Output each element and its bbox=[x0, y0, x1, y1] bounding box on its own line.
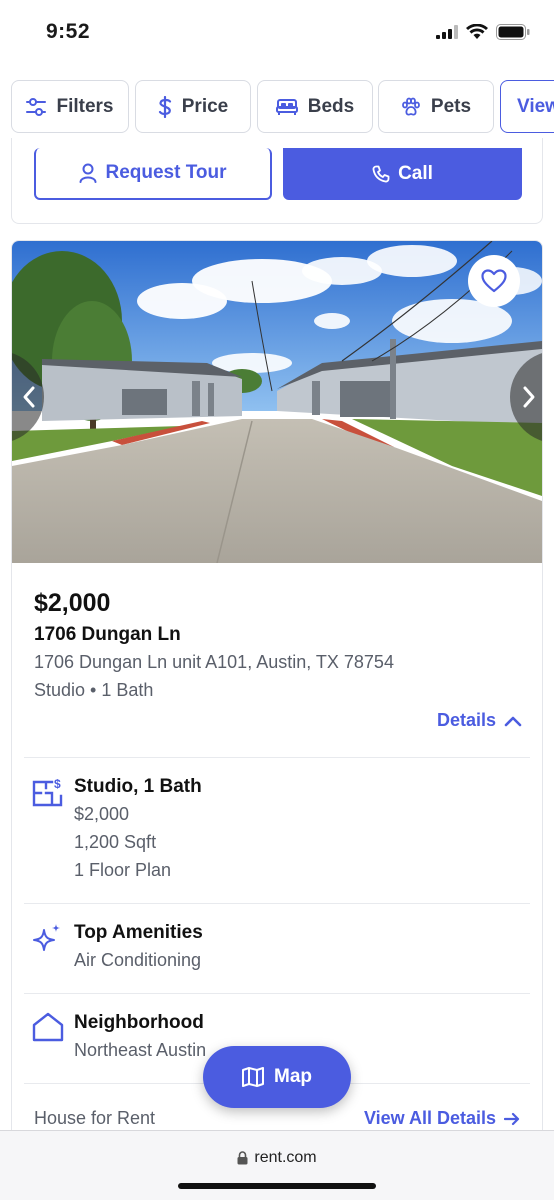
view-all-details-link[interactable]: View All Details bbox=[364, 1108, 520, 1129]
listing-photo[interactable] bbox=[12, 241, 542, 563]
lock-icon bbox=[237, 1151, 248, 1165]
person-icon bbox=[79, 163, 97, 183]
amenity-item: Air Conditioning bbox=[74, 950, 202, 970]
floorplan-count: 1 Floor Plan bbox=[74, 860, 172, 880]
sparkle-icon bbox=[33, 924, 60, 951]
paw-icon bbox=[402, 97, 420, 116]
view-chip-label: View bbox=[517, 95, 554, 117]
signal-icon bbox=[436, 25, 458, 39]
previous-listing-card: Request Tour Call bbox=[11, 138, 543, 224]
status-icons bbox=[436, 24, 530, 40]
beds-chip-label: Beds bbox=[307, 95, 355, 117]
details-label: Details bbox=[436, 710, 496, 730]
battery-icon bbox=[496, 24, 530, 40]
house-icon bbox=[32, 1012, 64, 1042]
chevron-up-icon bbox=[504, 716, 522, 726]
details-toggle[interactable]: Details bbox=[437, 710, 522, 731]
home-indicator[interactable] bbox=[178, 1183, 376, 1189]
pets-chip-label: Pets bbox=[430, 95, 472, 117]
status-time: 9:52 bbox=[46, 20, 91, 43]
beds-chip[interactable]: Beds bbox=[257, 80, 373, 133]
heart-icon bbox=[481, 269, 507, 293]
svg-text:$: $ bbox=[54, 777, 61, 791]
filter-bar: Filters Price Beds Pets View bbox=[0, 80, 554, 134]
url-display[interactable]: rent.com bbox=[0, 1149, 554, 1167]
chevron-right-icon bbox=[523, 386, 535, 408]
floorplan-sqft: 1,200 Sqft bbox=[74, 832, 157, 852]
neighborhood-heading: Neighborhood bbox=[74, 1012, 204, 1033]
filters-chip-label: Filters bbox=[56, 95, 114, 117]
property-type: House for Rent bbox=[34, 1108, 156, 1128]
map-button-label: Map bbox=[274, 1066, 312, 1087]
pets-chip[interactable]: Pets bbox=[378, 80, 494, 133]
neighborhood-name: Northeast Austin bbox=[74, 1040, 207, 1060]
amenities-heading: Top Amenities bbox=[74, 922, 203, 943]
request-tour-label: Request Tour bbox=[105, 162, 227, 183]
sliders-icon bbox=[26, 97, 47, 116]
url-text: rent.com bbox=[254, 1149, 317, 1166]
arrow-right-icon bbox=[504, 1112, 520, 1125]
listing-price: $2,000 bbox=[34, 589, 111, 617]
price-chip[interactable]: Price bbox=[135, 80, 251, 133]
bed-icon bbox=[275, 98, 298, 115]
floorplan-section: $ Studio, 1 Bath $2,000 1,200 Sqft 1 Flo… bbox=[32, 776, 522, 896]
map-button[interactable]: Map bbox=[203, 1046, 351, 1108]
price-chip-label: Price bbox=[181, 95, 229, 117]
filters-chip[interactable]: Filters bbox=[11, 80, 129, 133]
wifi-icon bbox=[466, 24, 488, 39]
listing-beds-baths: Studio • 1 Bath bbox=[34, 680, 154, 700]
divider bbox=[24, 757, 530, 758]
phone-icon bbox=[372, 165, 390, 183]
call-label: Call bbox=[398, 163, 433, 184]
divider bbox=[24, 903, 530, 904]
view-chip[interactable]: View bbox=[500, 80, 554, 133]
listing-address: 1706 Dungan Ln unit A101, Austin, TX 787… bbox=[34, 652, 394, 672]
amenities-section: Top Amenities Air Conditioning bbox=[32, 922, 522, 982]
divider bbox=[24, 993, 530, 994]
status-bar: 9:52 bbox=[0, 0, 554, 66]
map-icon bbox=[242, 1067, 264, 1087]
request-tour-button[interactable]: Request Tour bbox=[34, 148, 272, 200]
chevron-left-icon bbox=[23, 386, 35, 408]
floorplan-heading: Studio, 1 Bath bbox=[74, 776, 202, 797]
listing-title[interactable]: 1706 Dungan Ln bbox=[34, 624, 181, 646]
floorplan-icon: $ bbox=[32, 777, 63, 807]
call-button[interactable]: Call bbox=[283, 148, 522, 200]
dollar-icon bbox=[158, 95, 171, 118]
favorite-button[interactable] bbox=[468, 255, 520, 307]
property-photo bbox=[12, 241, 542, 563]
view-all-details-label: View All Details bbox=[363, 1108, 496, 1128]
floorplan-price: $2,000 bbox=[74, 804, 130, 824]
browser-address-bar[interactable]: rent.com bbox=[0, 1130, 554, 1200]
